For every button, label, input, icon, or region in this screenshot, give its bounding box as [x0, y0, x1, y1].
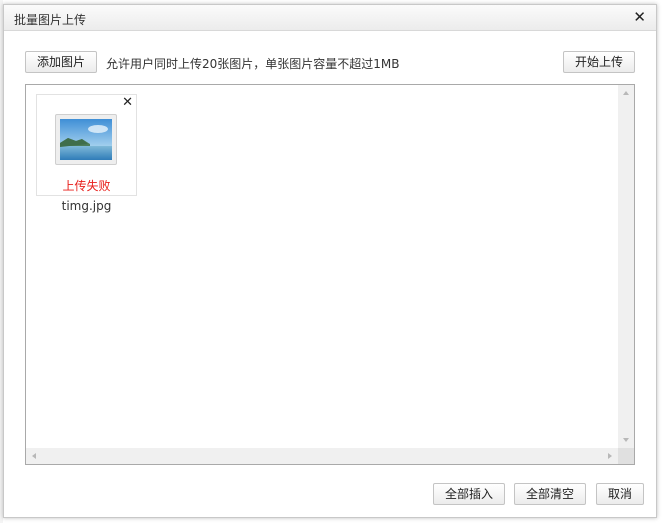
- dialog-titlebar: 批量图片上传 ✕: [4, 5, 656, 31]
- landscape-image-icon: [55, 114, 117, 165]
- scrollbar-corner: [618, 448, 634, 464]
- scroll-right-icon[interactable]: [608, 453, 612, 459]
- batch-upload-dialog: 批量图片上传 ✕ 添加图片 允许用户同时上传20张图片，单张图片容量不超过1MB…: [3, 4, 657, 518]
- horizontal-scrollbar[interactable]: [26, 448, 618, 464]
- file-item[interactable]: ✕ 上传失败: [36, 94, 137, 196]
- upload-status: 上传失败: [62, 179, 111, 193]
- vertical-scrollbar[interactable]: [618, 85, 634, 448]
- start-upload-button[interactable]: 开始上传: [563, 51, 635, 73]
- scroll-down-icon[interactable]: [623, 438, 629, 442]
- upload-limit-hint: 允许用户同时上传20张图片，单张图片容量不超过1MB: [106, 57, 400, 71]
- file-name: timg.jpg: [61, 199, 112, 213]
- close-icon[interactable]: ✕: [633, 9, 646, 25]
- close-icon[interactable]: ✕: [122, 96, 133, 110]
- dialog-title: 批量图片上传: [14, 13, 87, 27]
- clear-all-button[interactable]: 全部清空: [514, 483, 586, 505]
- add-image-button[interactable]: 添加图片: [25, 51, 97, 73]
- scroll-left-icon[interactable]: [32, 453, 36, 459]
- insert-all-button[interactable]: 全部插入: [433, 483, 505, 505]
- upload-file-list[interactable]: ✕ 上传失败 timg.jpg: [25, 84, 635, 465]
- thumbnail-landscape: [60, 119, 112, 160]
- scroll-up-icon[interactable]: [623, 91, 629, 95]
- cancel-button[interactable]: 取消: [596, 483, 644, 505]
